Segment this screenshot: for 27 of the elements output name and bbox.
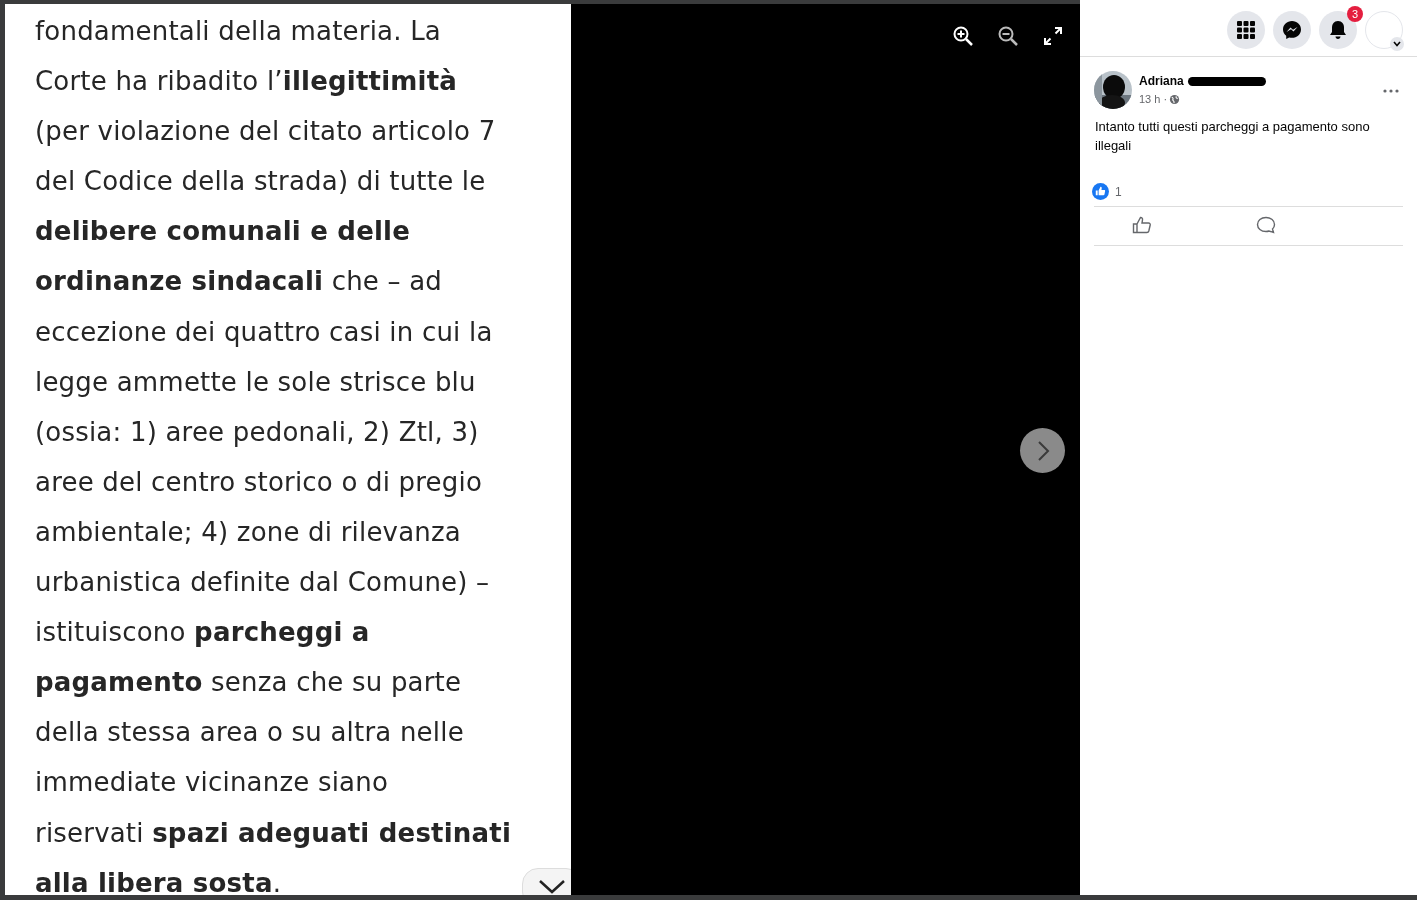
more-icon: [1383, 89, 1399, 93]
comment-time[interactable]: 13 h ·: [1139, 93, 1168, 105]
author-name[interactable]: Adriana: [1139, 74, 1184, 88]
bell-icon: [1329, 20, 1347, 40]
chevron-down-icon: [538, 879, 566, 895]
expand-icon: [1041, 24, 1064, 47]
zoom-in-icon: [951, 24, 974, 47]
comment-text: Intanto tutti questi parcheggi a pagamento sono illegali: [1095, 118, 1371, 155]
thumbs-up-icon: [1132, 215, 1152, 234]
caret-icon: [1390, 37, 1404, 51]
chevron-right-icon: [1035, 439, 1050, 462]
zoom-in-button[interactable]: [951, 24, 974, 47]
globe-icon: [1169, 93, 1181, 105]
speech-bubble-icon: [1256, 215, 1276, 234]
fullscreen-button[interactable]: [1041, 24, 1064, 47]
notifications-button[interactable]: [1319, 11, 1357, 49]
next-button[interactable]: [1020, 428, 1065, 473]
article-text: fondamentali della materia. La Corte ha ribadito l’illegittimità (per violazione del citato articolo 7 del Codice della strada) di tutte le delibere comunali e delle ordinanze sindacali che – ad eccezione dei quattro casi in cui la legge ammette le sole strisce blu (ossia: 1) aree pedonali, 2) Ztl, 3) aree del centro storico o di pregio ambientale; 4) zone di rilevanza urbanistica definite dal Comune) – istituiscono parcheggi a pagamento senza che su parte della stessa area o su altra nelle immediate vicinanze siano riservati spazi adeguati destinati alla libera sosta.: [35, 15, 511, 895]
reaction-count[interactable]: 1: [1115, 184, 1122, 199]
messenger-icon: [1282, 20, 1302, 40]
messenger-button[interactable]: [1273, 11, 1311, 49]
zoom-out-button[interactable]: [996, 24, 1019, 47]
menu-button[interactable]: [1227, 11, 1265, 49]
grid-icon: [1236, 20, 1256, 40]
like-reaction-icon: [1092, 183, 1109, 200]
zoom-out-icon: [996, 24, 1019, 47]
notification-badge: 3: [1347, 6, 1363, 22]
